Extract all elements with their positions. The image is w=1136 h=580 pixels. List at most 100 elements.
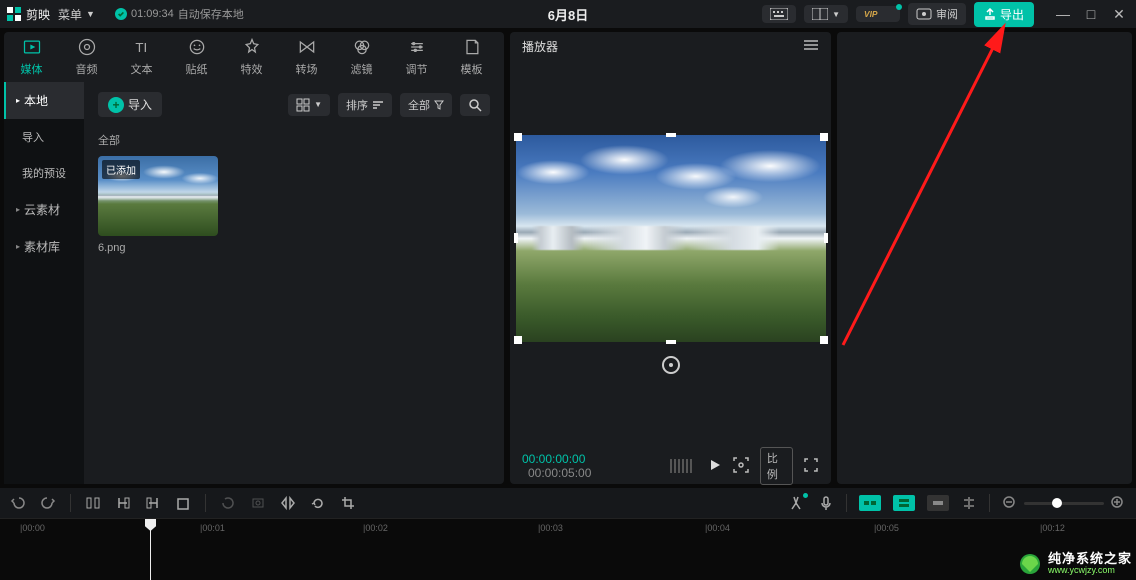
play-button[interactable] [708, 458, 722, 475]
watermark-url: www.ycwjzy.com [1048, 566, 1132, 576]
sidebar-item-local[interactable]: ▸本地 [4, 82, 84, 119]
plus-icon: + [108, 97, 124, 113]
review-button[interactable]: 审阅 [908, 3, 966, 25]
rotate-handle[interactable] [662, 356, 680, 374]
export-button[interactable]: 导出 [974, 2, 1034, 27]
tick: |00:02 [363, 523, 388, 533]
resize-handle-tr[interactable] [820, 133, 828, 141]
project-title[interactable]: 6月8日 [548, 5, 588, 24]
asset-thumb[interactable]: 已添加 6.png [98, 156, 218, 254]
watermark: 纯净系统之家 www.ycwjzy.com [1018, 552, 1132, 576]
auto-caption-button[interactable] [790, 495, 806, 511]
duration: 00:00:05:00 [528, 466, 591, 480]
tab-label: 特效 [241, 61, 263, 77]
align-button[interactable] [961, 495, 977, 511]
tick: |00:01 [200, 523, 225, 533]
sidebar-item-import[interactable]: 导入 [4, 119, 84, 155]
track-mode-2[interactable] [893, 495, 915, 511]
trim-left-button[interactable] [115, 495, 131, 511]
autosave-text: 自动保存本地 [178, 6, 244, 22]
rotate-button[interactable] [310, 495, 326, 511]
sidebar-label: 本地 [24, 92, 48, 109]
tab-audio[interactable]: 音频 [59, 37, 114, 77]
resize-handle-br[interactable] [820, 336, 828, 344]
inspector-panel [837, 32, 1132, 484]
zoom-in-button[interactable] [1110, 495, 1126, 511]
tab-text[interactable]: TI文本 [114, 37, 169, 77]
selection-frame[interactable] [516, 135, 826, 342]
filter-button[interactable]: 全部 [400, 93, 452, 117]
view-mode-button[interactable]: ▼ [288, 94, 330, 116]
crop-button[interactable] [340, 495, 356, 511]
audio-meter-icon[interactable] [670, 459, 692, 473]
keyboard-shortcuts-button[interactable] [762, 5, 796, 23]
snapshot-button[interactable] [732, 456, 750, 477]
reverse-button[interactable] [220, 495, 236, 511]
zoom-knob[interactable] [1052, 498, 1062, 508]
chevron-down-icon: ▼ [832, 10, 840, 19]
minimize-button[interactable]: — [1052, 6, 1074, 22]
playhead[interactable] [150, 519, 156, 531]
track-mode-1[interactable] [859, 495, 881, 511]
export-label: 导出 [1000, 6, 1024, 23]
sidebar-item-presets[interactable]: 我的预设 [4, 155, 84, 191]
close-button[interactable]: ✕ [1108, 6, 1130, 23]
resize-handle-left[interactable] [514, 233, 518, 243]
watermark-title: 纯净系统之家 [1048, 552, 1132, 566]
player-stage[interactable] [510, 60, 831, 448]
tab-filter[interactable]: 滤镜 [334, 37, 389, 77]
app-logo: 剪映 [6, 6, 50, 23]
freeze-button[interactable] [250, 495, 266, 511]
resize-handle-tl[interactable] [514, 133, 522, 141]
resize-handle-top[interactable] [666, 133, 676, 137]
ratio-button[interactable]: 比例 [760, 447, 793, 485]
search-icon [468, 98, 482, 112]
tab-template[interactable]: 模板 [444, 37, 499, 77]
main-menu[interactable]: 菜单 ▼ [58, 6, 95, 23]
tick: |00:12 [1040, 523, 1065, 533]
chevron-down-icon: ▼ [86, 9, 95, 19]
player-menu-button[interactable] [803, 39, 819, 54]
sidebar-item-cloud[interactable]: ▸云素材 [4, 191, 84, 228]
search-button[interactable] [460, 94, 490, 116]
player-header: 播放器 [510, 32, 831, 60]
tab-media[interactable]: 媒体 [4, 37, 59, 77]
maximize-button[interactable]: □ [1080, 6, 1102, 22]
resize-handle-right[interactable] [824, 233, 828, 243]
watermark-logo-icon [1018, 552, 1042, 576]
mirror-button[interactable] [280, 495, 296, 511]
sort-button[interactable]: 排序 [338, 93, 392, 117]
svg-text:VIP: VIP [864, 9, 878, 19]
sidebar-item-library[interactable]: ▸素材库 [4, 228, 84, 265]
timeline-toolbar [0, 488, 1136, 518]
track-mode-3[interactable] [927, 495, 949, 511]
category-ribbon: 媒体 音频 TI文本 贴纸 特效 转场 滤镜 调节 模板 [4, 32, 504, 82]
zoom-slider[interactable] [1024, 502, 1104, 505]
media-body: ▸本地 导入 我的预设 ▸云素材 ▸素材库 +导入 ▼ 排序 全部 全部 [4, 82, 504, 484]
tab-adjust[interactable]: 调节 [389, 37, 444, 77]
hamburger-icon [803, 39, 819, 51]
review-label: 审阅 [936, 6, 958, 22]
title-bar: 剪映 菜单 ▼ 01:09:34 自动保存本地 6月8日 ▼ VIP 审阅 导出… [0, 0, 1136, 28]
layout-button[interactable]: ▼ [804, 5, 848, 23]
tab-sticker[interactable]: 贴纸 [169, 37, 224, 77]
topbar-right: ▼ VIP 审阅 导出 — □ ✕ [762, 2, 1130, 27]
redo-button[interactable] [40, 495, 56, 511]
asset-name: 6.png [98, 242, 218, 254]
delete-button[interactable] [175, 495, 191, 511]
record-button[interactable] [818, 495, 834, 511]
app-icon [6, 6, 22, 22]
timeline-ruler[interactable]: |00:00 |00:01 |00:02 |00:03 |00:04 |00:0… [0, 518, 1136, 540]
split-button[interactable] [85, 495, 101, 511]
fullscreen-button[interactable] [803, 457, 819, 476]
vip-button[interactable]: VIP [856, 6, 900, 22]
undo-button[interactable] [10, 495, 26, 511]
tab-effects[interactable]: 特效 [224, 37, 279, 77]
zoom-out-button[interactable] [1002, 495, 1018, 511]
timeline-tracks[interactable] [0, 540, 1136, 580]
tab-transition[interactable]: 转场 [279, 37, 334, 77]
import-button[interactable]: +导入 [98, 92, 162, 117]
trim-right-button[interactable] [145, 495, 161, 511]
resize-handle-bl[interactable] [514, 336, 522, 344]
resize-handle-bottom[interactable] [666, 340, 676, 344]
